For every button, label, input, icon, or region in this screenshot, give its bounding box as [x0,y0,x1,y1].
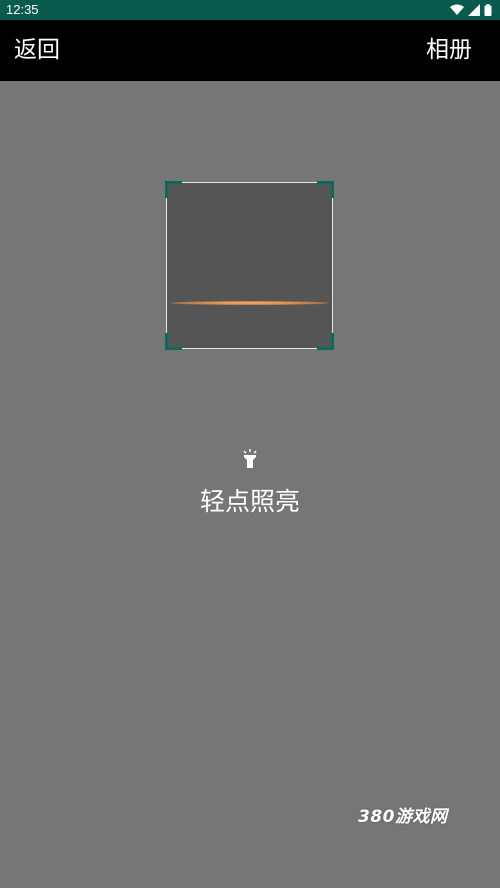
status-time: 12:35 [6,2,39,17]
scan-frame-corner-bottom-right [317,333,334,350]
scan-frame-corner-top-right [317,181,334,198]
signal-icon [468,4,480,16]
album-button[interactable]: 相册 [426,20,472,81]
flashlight-label[interactable]: 轻点照亮 [0,482,500,522]
battery-icon [484,4,492,16]
scan-line [171,301,329,305]
wifi-icon [450,4,464,16]
back-button[interactable]: 返回 [14,20,60,81]
status-icons [450,3,492,17]
scan-frame-corner-bottom-left [165,333,182,350]
watermark-logo: 380游戏网 [358,807,448,827]
scan-frame-corner-top-left [165,181,182,198]
flashlight-icon[interactable] [241,449,259,469]
scan-frame [165,181,334,350]
status-bar: 12:35 [0,0,500,20]
app-bar: 返回 相册 [0,20,500,81]
